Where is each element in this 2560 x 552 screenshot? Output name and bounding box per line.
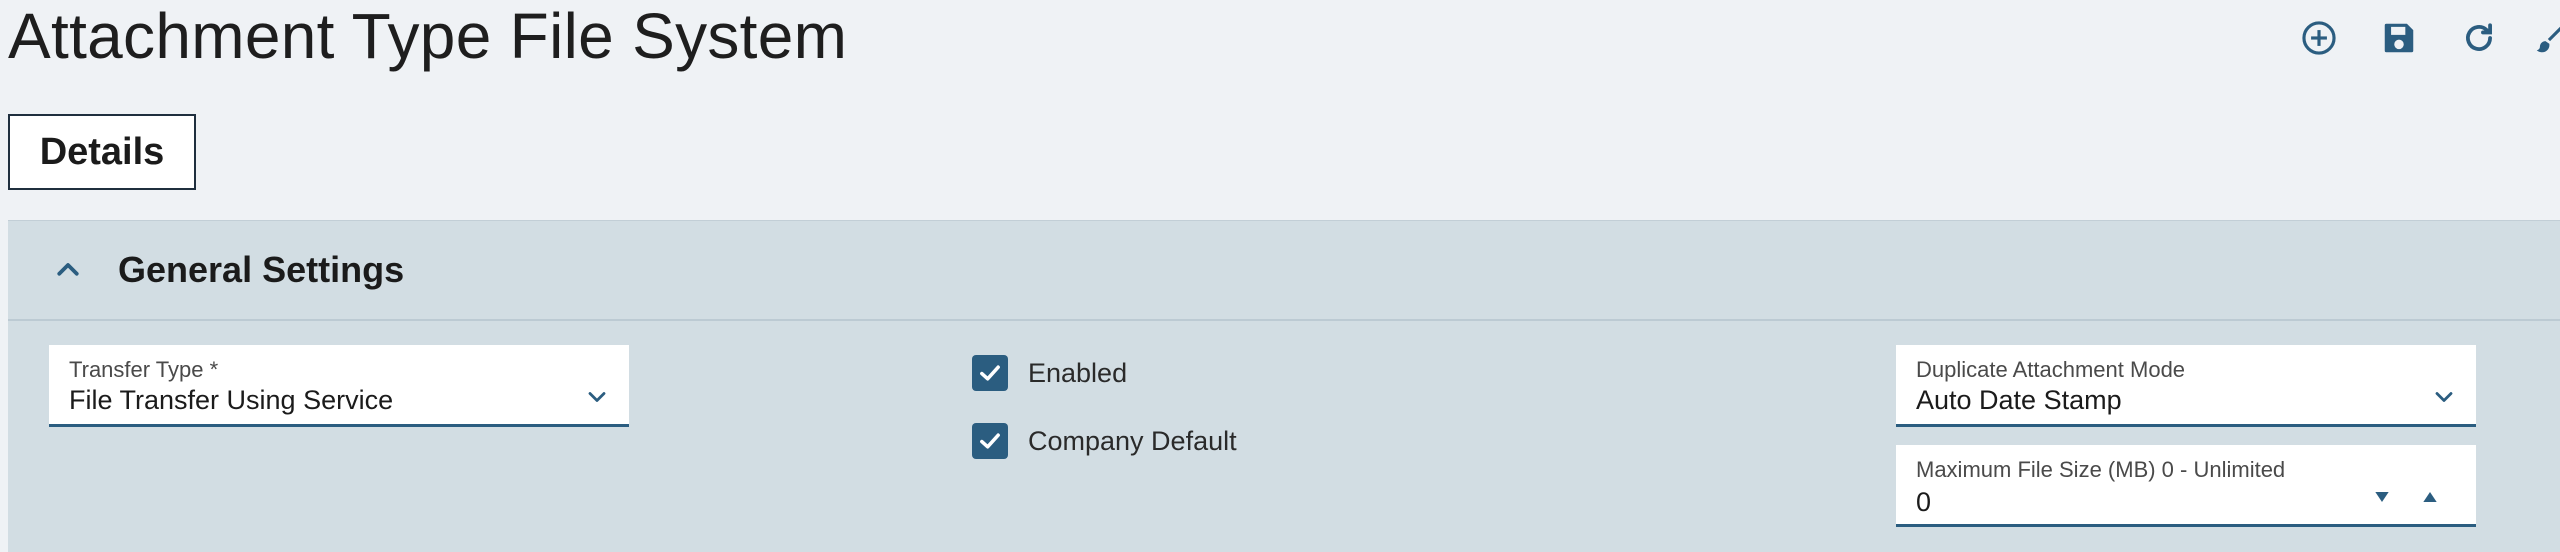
duplicate-mode-select[interactable]: Duplicate Attachment Mode Auto Date Stam… xyxy=(1896,345,2476,427)
add-button[interactable] xyxy=(2292,14,2346,62)
increment-button[interactable] xyxy=(2416,483,2444,511)
triangle-up-icon xyxy=(2423,492,2437,502)
triangle-down-icon xyxy=(2375,492,2389,502)
plus-circle-icon xyxy=(2302,21,2336,55)
page-title: Attachment Type File System xyxy=(8,0,848,72)
clear-button[interactable] xyxy=(2532,14,2560,62)
enabled-label: Enabled xyxy=(1028,357,1128,388)
duplicate-mode-value: Auto Date Stamp xyxy=(1916,385,2122,415)
max-file-size-label: Maximum File Size (MB) 0 - Unlimited xyxy=(1916,457,2286,482)
duplicate-mode-label: Duplicate Attachment Mode xyxy=(1916,357,2186,382)
max-file-size-stepper[interactable]: Maximum File Size (MB) 0 - Unlimited 0 xyxy=(1896,445,2476,527)
brush-icon xyxy=(2536,26,2560,53)
toolbar xyxy=(2292,14,2560,62)
save-button[interactable] xyxy=(2372,14,2426,62)
decrement-button[interactable] xyxy=(2368,483,2396,511)
checkbox-checked-icon[interactable] xyxy=(972,355,1008,391)
section-header[interactable]: General Settings xyxy=(8,221,2560,321)
company-default-checkbox[interactable]: Company Default xyxy=(972,423,1237,459)
max-file-size-value: 0 xyxy=(1916,487,1932,517)
chevron-up-icon[interactable] xyxy=(48,250,88,290)
chevron-down-icon[interactable] xyxy=(583,383,611,411)
transfer-type-select[interactable]: Transfer Type * File Transfer Using Serv… xyxy=(49,345,629,427)
enabled-checkbox[interactable]: Enabled xyxy=(972,355,1127,391)
refresh-button[interactable] xyxy=(2452,14,2506,62)
refresh-icon xyxy=(2466,23,2492,51)
tab-details[interactable]: Details xyxy=(8,114,196,190)
checkbox-checked-icon[interactable] xyxy=(972,423,1008,459)
general-settings-section: General Settings Transfer Type * File Tr… xyxy=(8,220,2560,552)
section-title: General Settings xyxy=(118,249,405,290)
transfer-type-value: File Transfer Using Service xyxy=(69,385,394,415)
company-default-label: Company Default xyxy=(1028,425,1237,456)
save-icon xyxy=(2384,23,2414,53)
chevron-down-icon[interactable] xyxy=(2430,383,2458,411)
transfer-type-label: Transfer Type * xyxy=(69,357,219,382)
